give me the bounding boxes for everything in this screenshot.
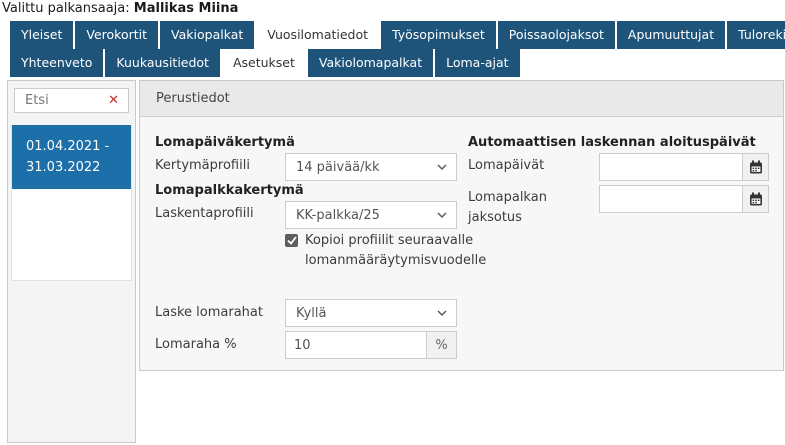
section-heading-automaattinen: Automaattisen laskennan aloituspäivät <box>468 135 756 150</box>
tab-tulorekisteri[interactable]: Tulorekisteri <box>727 21 785 49</box>
calendar-icon[interactable] <box>743 153 769 181</box>
panel-title: Perustiedot <box>140 81 783 117</box>
laskentaprofiili-label: Laskentaprofiili <box>155 206 254 221</box>
panel-body: Lomapäiväkertymä Kertymäprofiili 14 päiv… <box>140 117 783 369</box>
tab-verokortit[interactable]: Verokortit <box>75 21 158 49</box>
selected-employee-label: Valittu palkansaaja: <box>2 1 130 16</box>
period-sidebar: ✕ 01.04.2021 - 31.03.2022 <box>7 80 136 443</box>
tab-apumuuttujat[interactable]: Apumuuttujat <box>617 21 725 49</box>
laske-lomarahat-label: Laske lomarahat <box>155 305 263 320</box>
calendar-icon[interactable] <box>743 185 769 213</box>
lomapalkan-jaksotus-label: Lomapalkan jaksotus <box>468 188 586 228</box>
kertymaprofiili-label: Kertymäprofiili <box>155 158 250 173</box>
tab-tyosopimukset[interactable]: Työsopimukset <box>381 21 496 49</box>
tab-yleiset[interactable]: Yleiset <box>10 21 73 49</box>
period-list: 01.04.2021 - 31.03.2022 <box>11 125 132 281</box>
tab-asetukset[interactable]: Asetukset <box>222 49 306 77</box>
search-input[interactable] <box>15 93 93 108</box>
section-heading-lomapaivakertyma: Lomapäiväkertymä <box>155 135 295 150</box>
tab-loma-ajat[interactable]: Loma-ajat <box>435 49 519 77</box>
tab-vakiolomapalkat[interactable]: Vakiolomapalkat <box>308 49 433 77</box>
selected-employee-line: Valittu palkansaaja: Mallikas Miina <box>2 1 238 16</box>
tab-vakiopalkat[interactable]: Vakiopalkat <box>160 21 254 49</box>
lomaraha-label: Lomaraha % <box>155 337 237 352</box>
lomaraha-input[interactable] <box>285 331 427 359</box>
lomapalkan-date-input[interactable] <box>599 185 743 213</box>
lomaraha-input-group: % <box>285 331 457 359</box>
kertymaprofiili-value: 14 päivää/kk <box>296 160 437 175</box>
laskentaprofiili-select[interactable]: KK-palkka/25 <box>285 201 457 229</box>
section-heading-lomapalkkakertyma: Lomapalkkakertymä <box>155 183 304 198</box>
laske-lomarahat-value: Kyllä <box>296 306 437 321</box>
tab-yhteenveto[interactable]: Yhteenveto <box>10 49 103 77</box>
sidebar-search-box: ✕ <box>14 88 129 113</box>
tab-vuosilomatiedot[interactable]: Vuosilomatiedot <box>256 21 379 49</box>
kertymaprofiili-select[interactable]: 14 päivää/kk <box>285 153 457 181</box>
lomapaivat-label: Lomapäivät <box>468 158 544 173</box>
lomapaivat-date-input[interactable] <box>599 153 743 181</box>
sub-tab-bar: Yhteenveto Kuukausitiedot Asetukset Vaki… <box>10 49 520 77</box>
percent-addon: % <box>427 331 457 359</box>
tab-poissaolojaksot[interactable]: Poissaolojaksot <box>498 21 615 49</box>
lomapaivat-input-group <box>599 153 769 181</box>
chevron-down-icon <box>437 310 447 316</box>
laske-lomarahat-select[interactable]: Kyllä <box>285 299 457 327</box>
lomapalkan-input-group <box>599 185 769 213</box>
tab-kuukausitiedot[interactable]: Kuukausitiedot <box>105 49 220 77</box>
list-item-period[interactable]: 01.04.2021 - 31.03.2022 <box>12 125 131 189</box>
selected-employee-name: Mallikas Miina <box>134 1 239 16</box>
laskentaprofiili-value: KK-palkka/25 <box>296 208 437 223</box>
copy-profiles-row: Kopioi profiilit seuraavalle lomanmääräy… <box>285 231 485 271</box>
main-tab-bar: Yleiset Verokortit Vakiopalkat Vuosiloma… <box>10 21 785 49</box>
copy-profiles-label: Kopioi profiilit seuraavalle lomanmääräy… <box>305 231 486 271</box>
clear-search-icon[interactable]: ✕ <box>99 89 128 112</box>
perustiedot-panel: Perustiedot Lomapäiväkertymä Kertymäprof… <box>139 80 784 371</box>
chevron-down-icon <box>437 164 447 170</box>
copy-profiles-checkbox[interactable] <box>285 234 298 247</box>
chevron-down-icon <box>437 212 447 218</box>
